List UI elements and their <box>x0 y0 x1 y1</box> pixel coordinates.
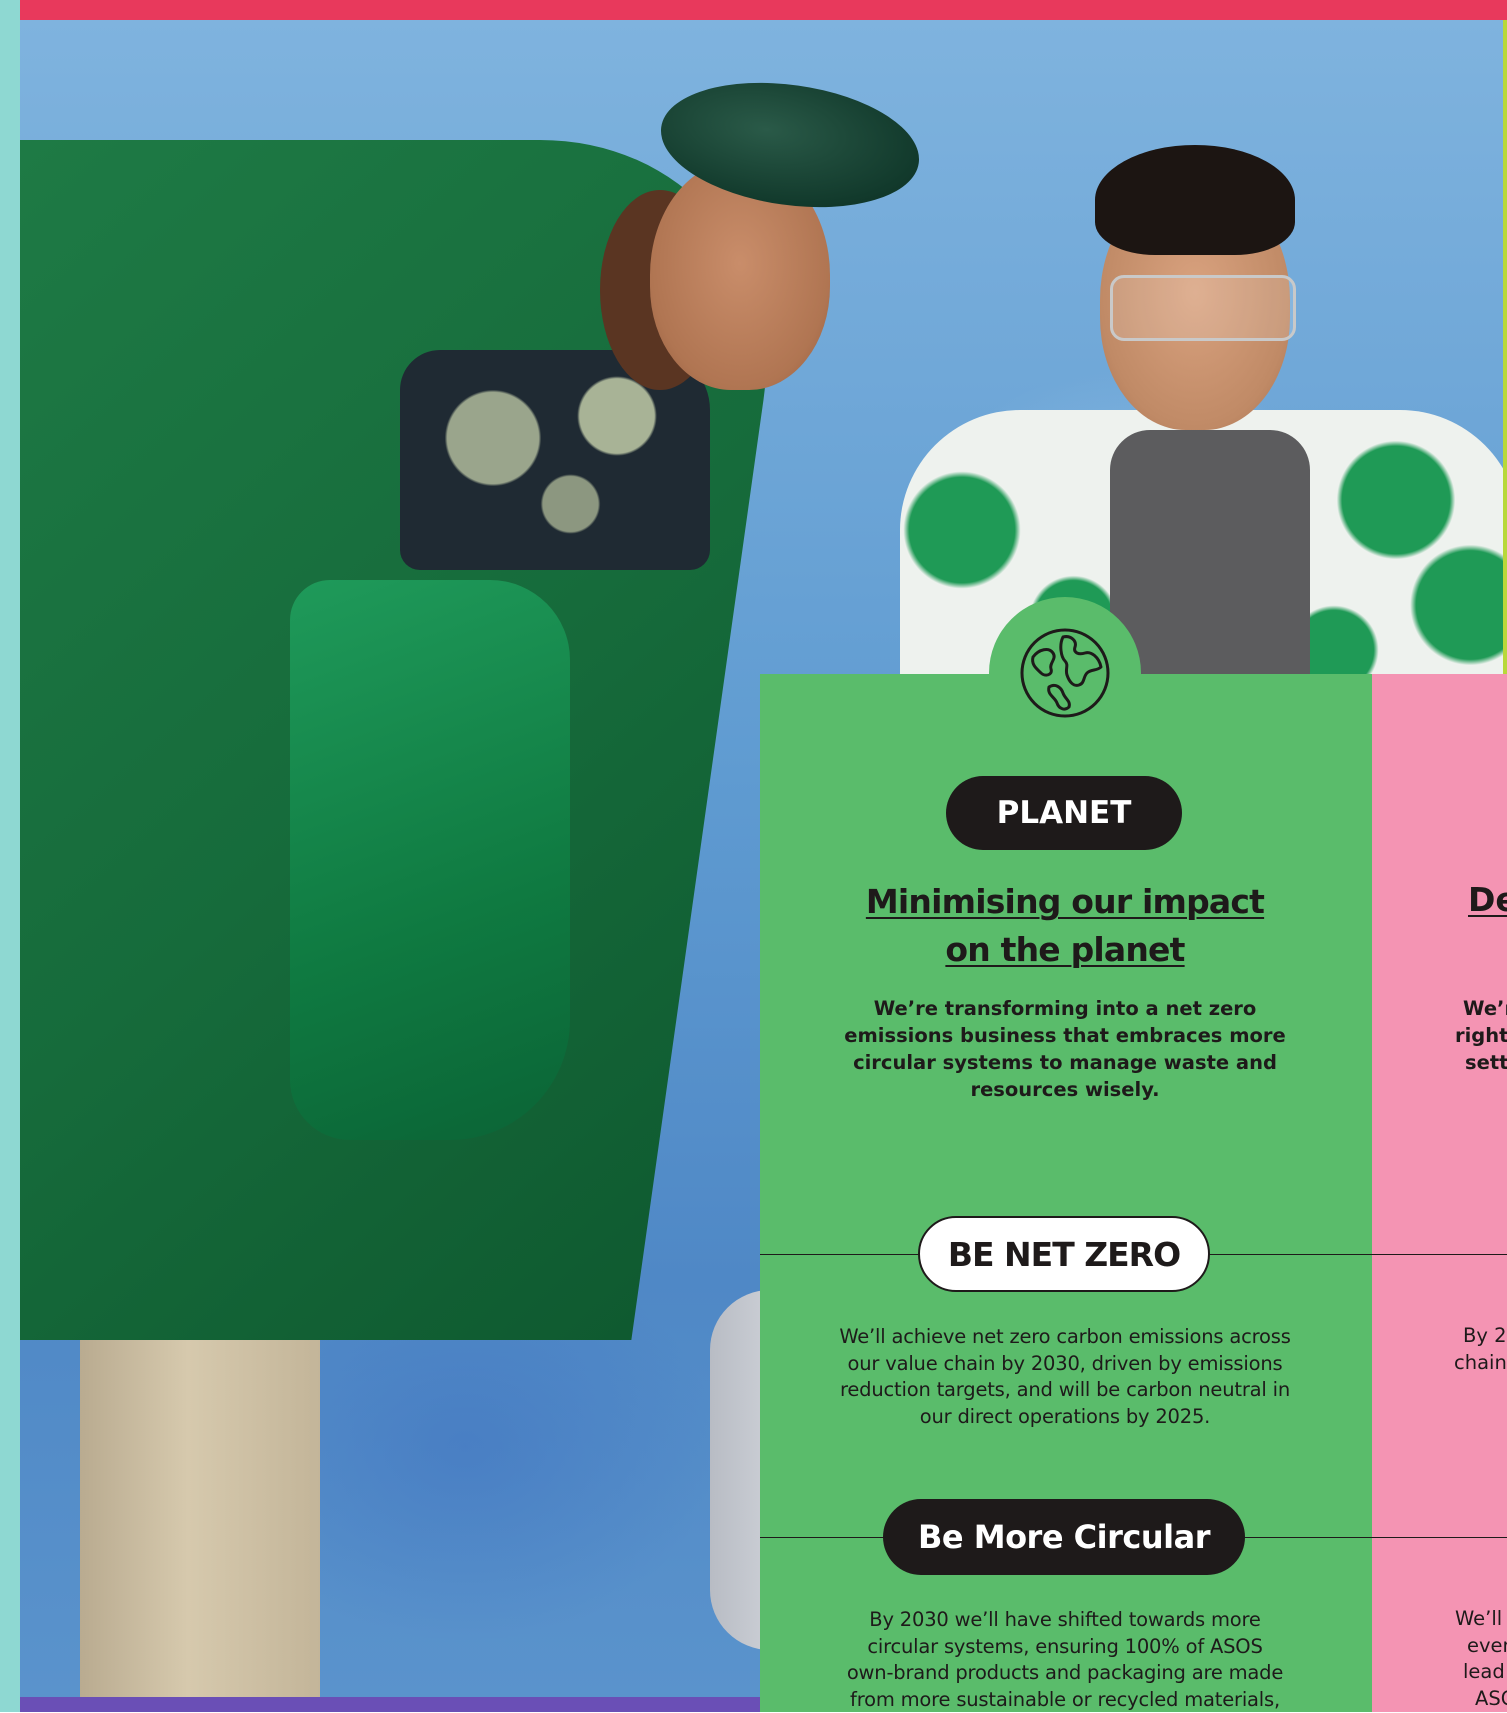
pink-lede-line: sett <box>1465 1051 1507 1074</box>
top-accent-bar <box>0 0 1507 20</box>
net-zero-tag: BE NET ZERO <box>918 1216 1210 1292</box>
pink-body-line: ever <box>1467 1634 1507 1657</box>
circular-tag: Be More Circular <box>883 1499 1245 1575</box>
bottom-accent-bar <box>20 1697 760 1712</box>
model-green-satin <box>290 580 570 1140</box>
pink-body-line: By 20 <box>1463 1324 1507 1347</box>
planet-lede: We’re transforming into a net zero emiss… <box>830 995 1300 1103</box>
model-hair-2 <box>1095 145 1295 255</box>
circular-body-line: By 2030 we’ll have shifted towards more <box>815 1607 1315 1634</box>
earth-globe-icon <box>1019 627 1111 719</box>
pink-heading: De <box>1468 880 1507 919</box>
net-zero-body-line: We’ll achieve net zero carbon emissions … <box>815 1324 1315 1351</box>
planet-heading: Minimising our impact on the planet <box>800 878 1330 974</box>
planet-lede-line: We’re transforming into a net zero <box>830 995 1300 1022</box>
pink-body-line: chain <box>1454 1351 1507 1374</box>
net-zero-body: We’ll achieve net zero carbon emissions … <box>815 1324 1315 1430</box>
circular-body: By 2030 we’ll have shifted towards more … <box>815 1607 1315 1713</box>
model-glasses <box>1110 275 1296 341</box>
pink-body-line: lead <box>1463 1660 1505 1683</box>
planet-tag: PLANET <box>946 776 1182 850</box>
pink-panel <box>1372 674 1507 1712</box>
circular-body-line: from more sustainable or recycled materi… <box>815 1687 1315 1713</box>
pink-body-line: We’ll <box>1455 1607 1502 1630</box>
pink-body-line: ASC <box>1475 1687 1507 1710</box>
pink-lede-line: right <box>1455 1024 1507 1047</box>
net-zero-body-line: our direct operations by 2025. <box>815 1404 1315 1431</box>
circular-body-line: own-brand products and packaging are mad… <box>815 1660 1315 1687</box>
planet-heading-line: on the planet <box>800 926 1330 974</box>
planet-heading-line: Minimising our impact <box>800 878 1330 926</box>
planet-lede-line: emissions business that embraces more <box>830 1022 1300 1049</box>
planet-lede-line: circular systems to manage waste and <box>830 1049 1300 1076</box>
pink-lede-line: We’r <box>1463 997 1507 1020</box>
net-zero-body-line: reduction targets, and will be carbon ne… <box>815 1377 1315 1404</box>
planet-lede-line: resources wisely. <box>830 1076 1300 1103</box>
net-zero-body-line: our value chain by 2030, driven by emiss… <box>815 1351 1315 1378</box>
left-accent-bar <box>0 0 20 1712</box>
circular-body-line: circular systems, ensuring 100% of ASOS <box>815 1634 1315 1661</box>
